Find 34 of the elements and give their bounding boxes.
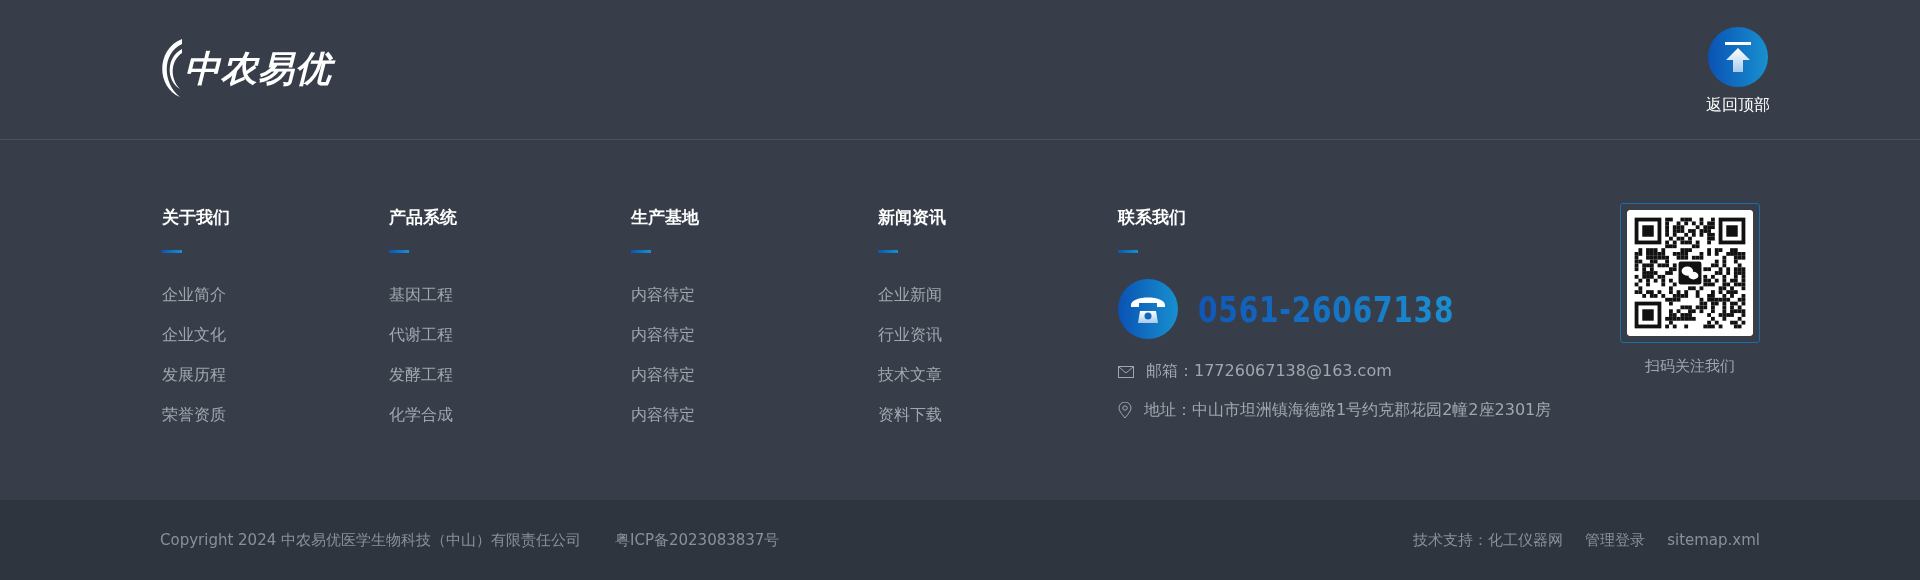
address-text: 地址：中山市坦洲镇海德路1号约克郡花园2幢2座2301房 xyxy=(1144,400,1552,421)
location-icon xyxy=(1118,402,1132,419)
telephone-icon xyxy=(1118,279,1178,339)
footer-link[interactable]: 行业资讯 xyxy=(878,323,1118,346)
mail-icon xyxy=(1118,365,1134,378)
footer-link[interactable]: 企业文化 xyxy=(162,323,389,346)
upload-icon xyxy=(1708,27,1768,87)
qr-caption: 扫码关注我们 xyxy=(1645,357,1735,376)
footer-link[interactable]: 内容待定 xyxy=(631,403,878,426)
icp-link[interactable]: 粤ICP备2023083837号 xyxy=(615,530,780,550)
footer-link[interactable]: 管理登录 xyxy=(1585,530,1646,550)
footer-link[interactable]: 内容待定 xyxy=(631,283,878,306)
footer-link[interactable]: 基因工程 xyxy=(389,283,631,306)
footer-link[interactable]: 化学合成 xyxy=(389,403,631,426)
copyright-text: Copyright 2024 中农易优医学生物科技（中山）有限责任公司 xyxy=(160,530,581,550)
footer-link[interactable]: 企业新闻 xyxy=(878,283,1118,306)
footer-link[interactable]: 资料下载 xyxy=(878,403,1118,426)
footer-link[interactable]: 发展历程 xyxy=(162,363,389,386)
footer-link[interactable]: 内容待定 xyxy=(631,323,878,346)
footer-link[interactable]: 技术文章 xyxy=(878,363,1118,386)
footer-link[interactable]: sitemap.xml xyxy=(1667,530,1760,550)
column-title: 关于我们 xyxy=(162,206,231,229)
footer-link[interactable]: 技术支持：化工仪器网 xyxy=(1413,530,1564,550)
back-to-top-button[interactable]: 返回顶部 xyxy=(1706,27,1770,116)
column-title: 联系我们 xyxy=(1118,206,1187,229)
footer-link[interactable]: 发酵工程 xyxy=(389,363,631,386)
footer-link[interactable]: 内容待定 xyxy=(631,363,878,386)
column-title: 产品系统 xyxy=(389,206,458,229)
footer-link[interactable]: 荣誉资质 xyxy=(162,403,389,426)
email-text: 邮箱：17726067138@163.com xyxy=(1146,361,1392,382)
column-title: 生产基地 xyxy=(631,206,700,229)
footer-link[interactable]: 企业简介 xyxy=(162,283,389,306)
footer-link[interactable]: 代谢工程 xyxy=(389,323,631,346)
column-title: 新闻资讯 xyxy=(878,206,947,229)
